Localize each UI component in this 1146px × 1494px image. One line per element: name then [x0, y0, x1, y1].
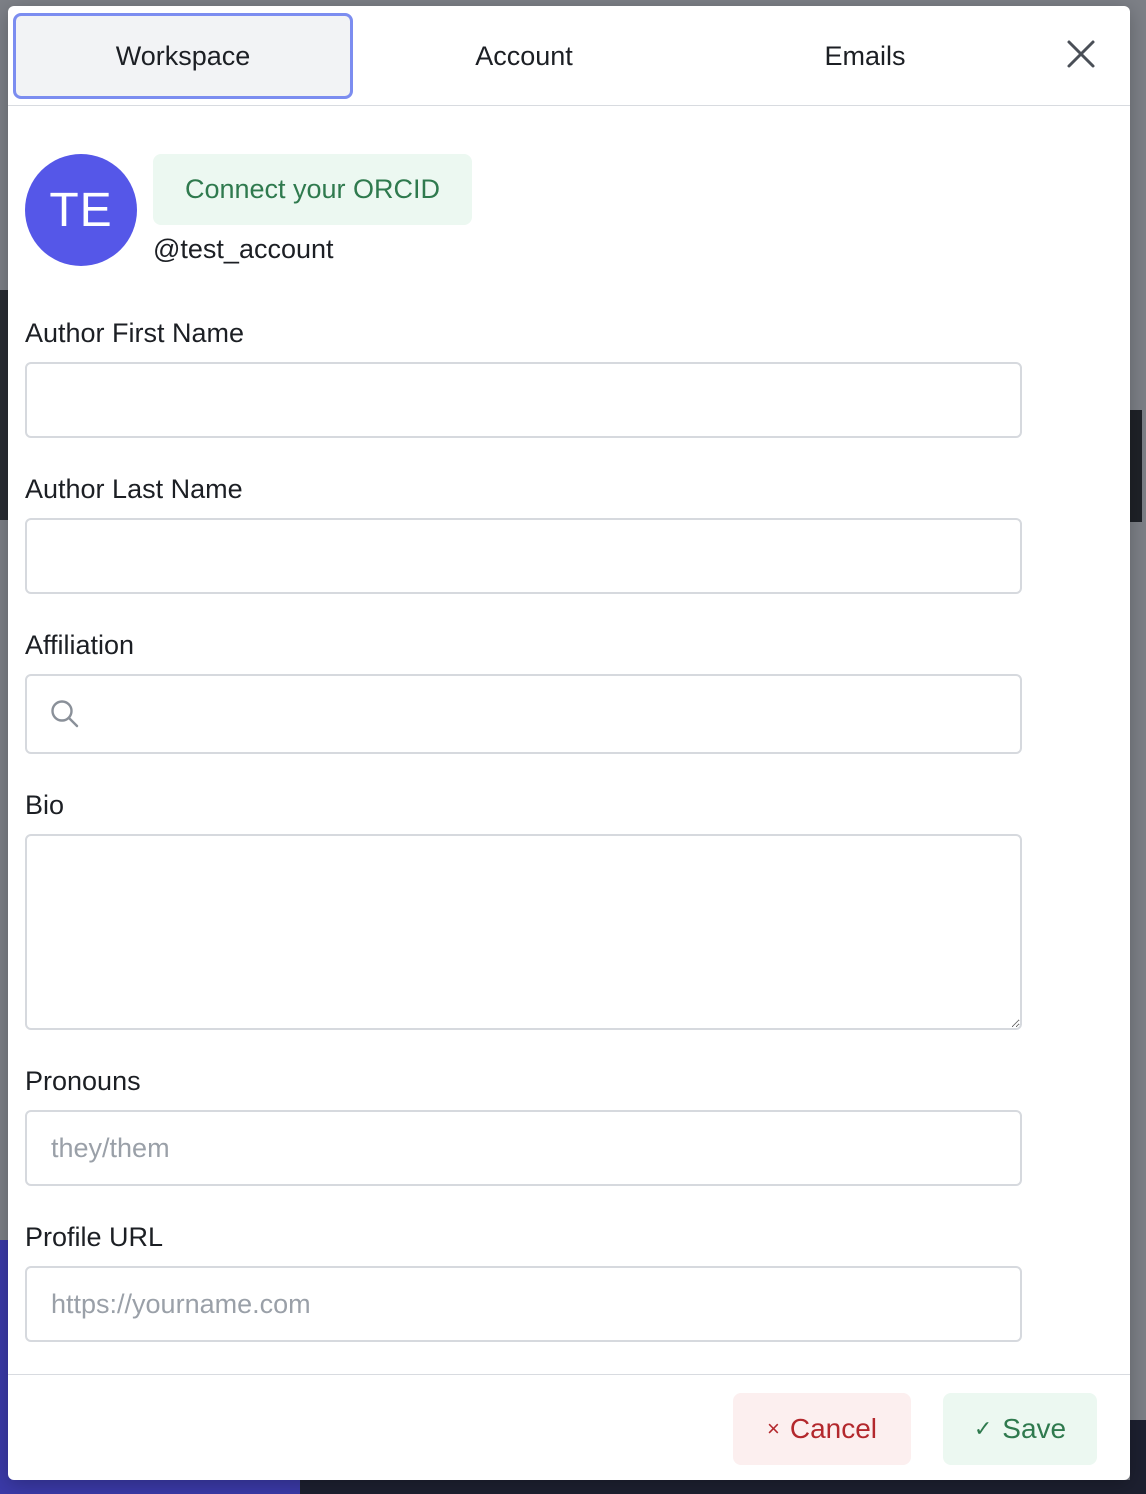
check-icon: ✓	[973, 1416, 993, 1441]
profile-url-label: Profile URL	[25, 1222, 164, 1252]
background-element	[1130, 410, 1142, 522]
modal-footer: × Cancel ✓ Save	[8, 1374, 1130, 1480]
last-name-input[interactable]	[25, 518, 1022, 594]
pronouns-input[interactable]	[25, 1110, 1022, 1186]
cancel-label: Cancel	[789, 1413, 878, 1444]
username: @test_account	[153, 234, 334, 264]
bio-label: Bio	[25, 790, 65, 820]
affiliation-search	[25, 674, 1022, 754]
affiliation-input[interactable]	[25, 674, 1022, 754]
pronouns-label: Pronouns	[25, 1066, 141, 1096]
close-icon: ×	[766, 1416, 780, 1441]
background-element	[300, 1480, 1146, 1494]
tab-bar: Workspace Account Emails	[8, 6, 1130, 106]
first-name-input[interactable]	[25, 362, 1022, 438]
last-name-label: Author Last Name	[25, 474, 243, 504]
search-icon	[51, 700, 79, 728]
tab-account[interactable]: Account	[354, 13, 694, 99]
affiliation-label: Affiliation	[25, 630, 135, 660]
profile-settings-modal: Workspace Account Emails TE Connect your…	[8, 6, 1130, 1480]
cancel-button[interactable]: × Cancel	[733, 1393, 911, 1465]
close-icon[interactable]	[1063, 36, 1099, 72]
avatar[interactable]: TE	[25, 154, 137, 266]
connect-orcid-button[interactable]: Connect your ORCID	[153, 154, 472, 225]
save-button[interactable]: ✓ Save	[943, 1393, 1097, 1465]
tab-workspace[interactable]: Workspace	[13, 13, 353, 99]
save-label: Save	[1002, 1413, 1067, 1444]
bio-textarea[interactable]	[25, 834, 1022, 1030]
profile-url-input[interactable]	[25, 1266, 1022, 1342]
background-element	[1130, 1420, 1146, 1494]
tab-emails[interactable]: Emails	[695, 13, 1035, 99]
first-name-label: Author First Name	[25, 318, 245, 348]
